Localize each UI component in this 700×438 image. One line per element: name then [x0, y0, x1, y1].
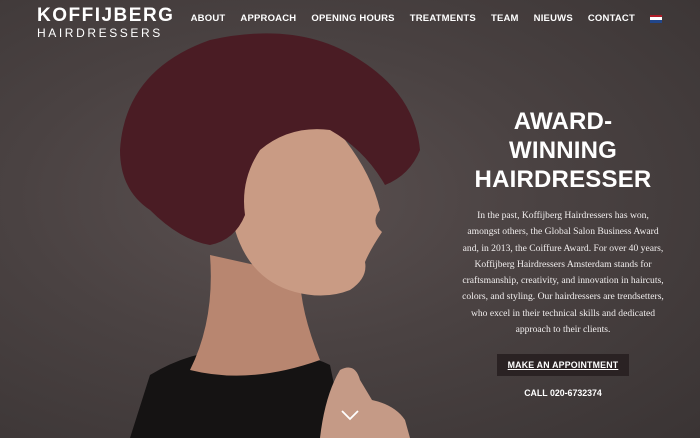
nav-item-approach[interactable]: APPROACH — [240, 13, 296, 24]
logo-brand: KOFFIJBERG — [37, 5, 175, 26]
hero-title: AWARD-WINNING HAIRDRESSER — [460, 107, 666, 194]
nav-item-nieuws[interactable]: NIEUWS — [534, 13, 573, 24]
hero-content: AWARD-WINNING HAIRDRESSER In the past, K… — [460, 107, 666, 398]
logo-tagline: HAIRDRESSERS — [37, 26, 163, 40]
site-logo[interactable]: KOFFIJBERG HAIRDRESSERS — [37, 6, 174, 39]
nav-item-contact[interactable]: CONTACT — [588, 13, 635, 24]
nav-item-treatments[interactable]: TREATMENTS — [410, 13, 476, 24]
hero-description: In the past, Koffijberg Hairdressers has… — [462, 210, 664, 336]
nav-item-about[interactable]: ABOUT — [191, 13, 226, 24]
nav-item-team[interactable]: TEAM — [491, 13, 519, 24]
chevron-down-icon[interactable] — [340, 408, 360, 422]
netherlands-flag-icon[interactable] — [650, 14, 662, 23]
call-phone-link[interactable]: CALL 020-6732374 — [460, 388, 666, 398]
main-nav: ABOUT APPROACH OPENING HOURS TREATMENTS … — [191, 13, 662, 24]
hero-title-line2: HAIRDRESSER — [474, 166, 652, 193]
make-appointment-button[interactable]: MAKE AN APPOINTMENT — [496, 354, 630, 377]
hero-title-line1: AWARD-WINNING — [508, 108, 618, 164]
nav-item-opening-hours[interactable]: OPENING HOURS — [311, 13, 394, 24]
